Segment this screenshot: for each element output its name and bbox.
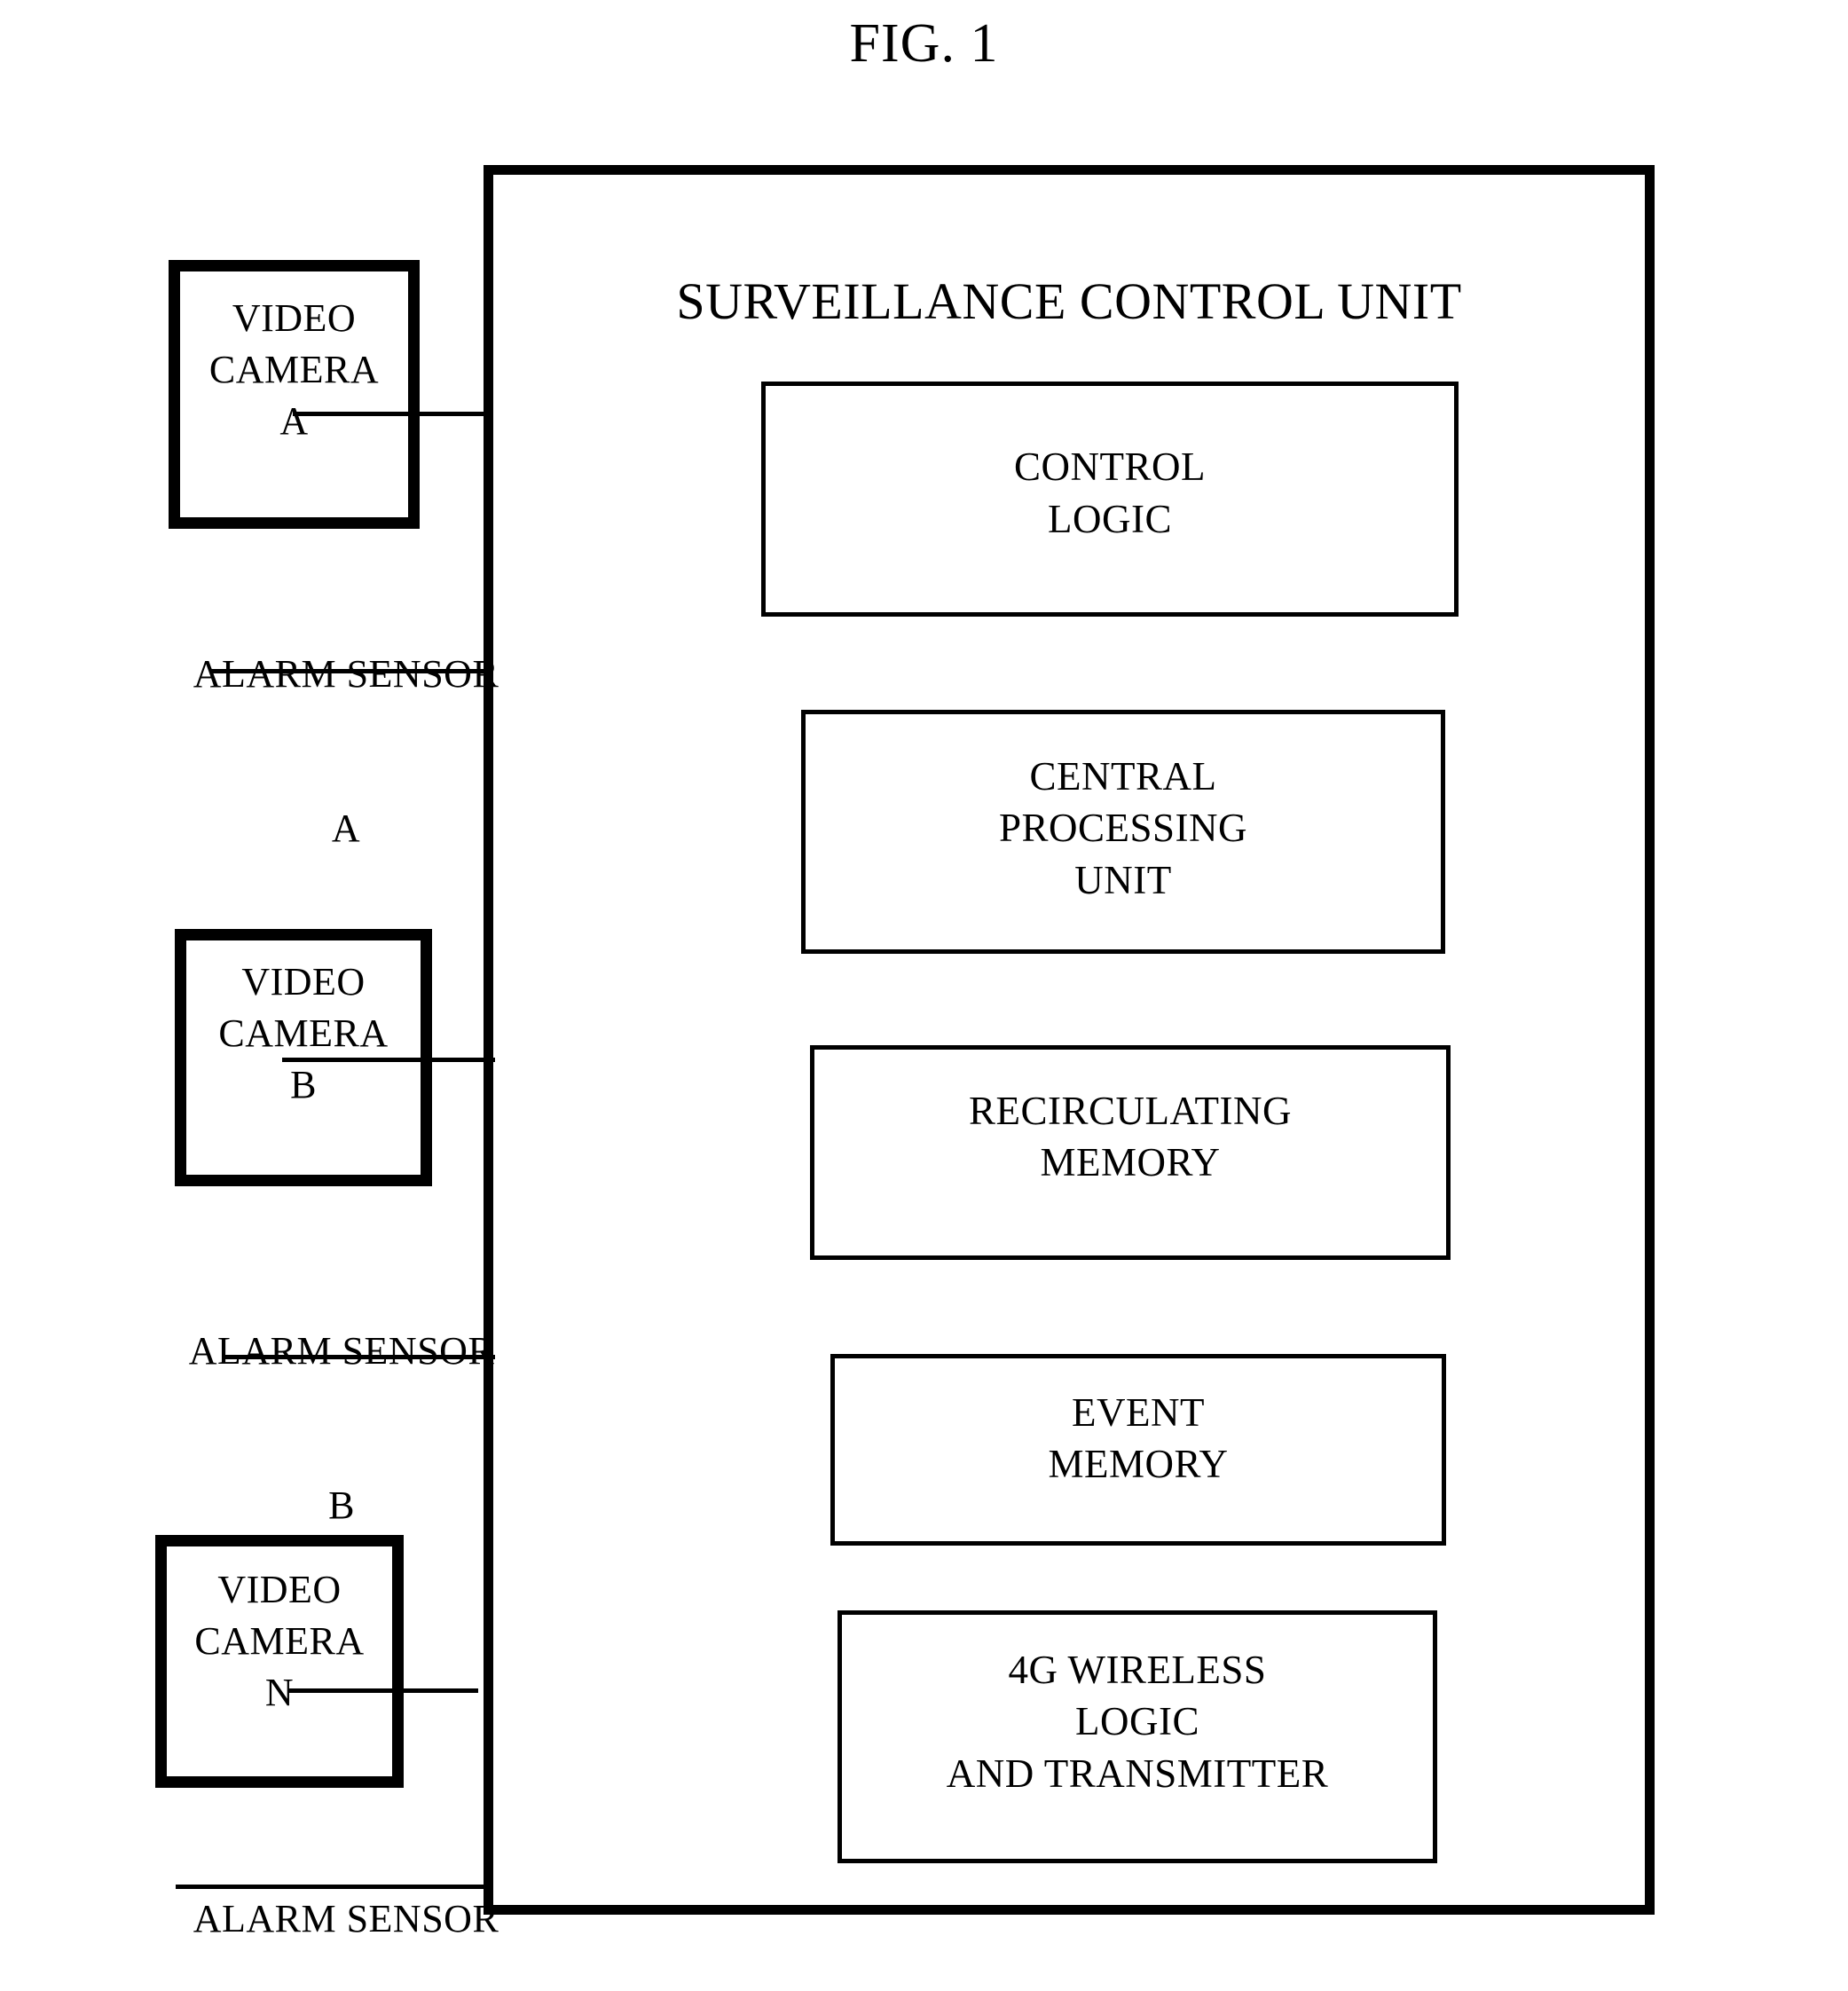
- connector-camera-a: [293, 412, 493, 416]
- module-wireless-logic-and-transmitter: 4G WIRELESS LOGIC AND TRANSMITTER: [837, 1610, 1437, 1863]
- connector-alarm-sensor-n: [176, 1885, 484, 1889]
- connector-alarm-sensor-a: [209, 669, 493, 673]
- module-label-line: PROCESSING: [998, 806, 1248, 851]
- camera-label-line: CAMERA: [208, 348, 380, 392]
- camera-label-line: CAMERA: [218, 1011, 389, 1056]
- camera-label-line: N: [264, 1671, 295, 1715]
- module-label-line: EVENT: [1072, 1389, 1205, 1435]
- surveillance-control-unit-title: SURVEILLANCE CONTROL UNIT: [676, 272, 1462, 330]
- camera-label-line: VIDEO: [232, 296, 357, 340]
- module-label-line: 4G WIRELESS: [1008, 1647, 1267, 1692]
- camera-label-line: VIDEO: [241, 960, 366, 1003]
- alarm-sensor-n-label: ALARM SENSOR N: [160, 1790, 532, 1991]
- module-label-line: LOGIC: [1048, 496, 1172, 541]
- connector-alarm-sensor-b: [224, 1355, 495, 1359]
- module-label-line: UNIT: [1074, 857, 1172, 902]
- figure-caption: FIG. 1: [849, 13, 999, 74]
- module-control-logic: CONTROL LOGIC: [761, 382, 1459, 617]
- camera-label-line: VIDEO: [217, 1568, 342, 1611]
- camera-label-line: B: [290, 1063, 317, 1107]
- sensor-label-line: ALARM SENSOR: [188, 1329, 495, 1373]
- module-label-line: MEMORY: [1040, 1140, 1221, 1184]
- module-recirculating-memory: RECIRCULATING MEMORY: [810, 1045, 1451, 1260]
- module-central-processing-unit: CENTRAL PROCESSING UNIT: [801, 710, 1445, 954]
- module-label-line: CONTROL: [1014, 445, 1206, 489]
- sensor-label-line: B: [328, 1483, 355, 1528]
- camera-label-line: CAMERA: [194, 1619, 365, 1664]
- alarm-sensor-a-label: ALARM SENSOR A: [160, 546, 532, 958]
- module-label-line: MEMORY: [1048, 1442, 1229, 1486]
- camera-label-line: A: [279, 399, 309, 444]
- connector-camera-n: [288, 1688, 478, 1693]
- module-label-line: CENTRAL: [1029, 753, 1217, 799]
- sensor-label-line: A: [331, 807, 361, 851]
- video-camera-a-box: VIDEO CAMERA A: [169, 260, 420, 529]
- patent-figure: FIG. 1 SURVEILLANCE CONTROL UNIT CONTROL…: [0, 0, 1848, 1991]
- sensor-label-line: ALARM SENSOR: [193, 652, 499, 696]
- video-camera-n-box: VIDEO CAMERA N: [155, 1535, 404, 1788]
- sensor-label-line: ALARM SENSOR: [193, 1897, 499, 1941]
- module-label-line: RECIRCULATING: [969, 1088, 1292, 1133]
- connector-camera-b: [282, 1058, 495, 1062]
- module-event-memory: EVENT MEMORY: [830, 1354, 1446, 1546]
- module-label-line: AND TRANSMITTER: [946, 1751, 1329, 1796]
- module-label-line: LOGIC: [1075, 1699, 1199, 1744]
